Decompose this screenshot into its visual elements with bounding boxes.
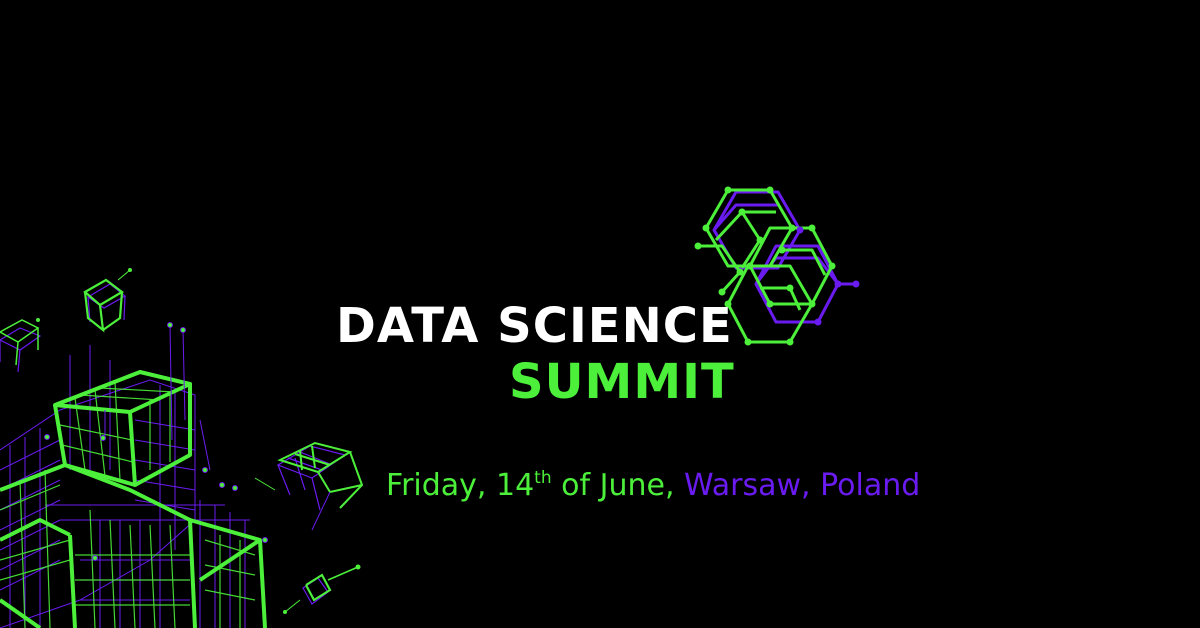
event-date-ordinal: th [534,468,552,488]
event-date: Friday, 14th of June, [386,468,684,503]
event-date-suffix: of June, [551,468,685,503]
event-info: Friday, 14th of June, Warsaw, Poland [386,470,920,501]
event-date-prefix: Friday, 14 [386,468,535,503]
event-location: Warsaw, Poland [684,468,921,503]
title-summit: SUMMIT [509,354,735,410]
summit-banner: DATA SCIENCE SUMMIT Friday, 14th of June… [0,0,1200,628]
title-data-science: DATA SCIENCE [336,298,733,354]
